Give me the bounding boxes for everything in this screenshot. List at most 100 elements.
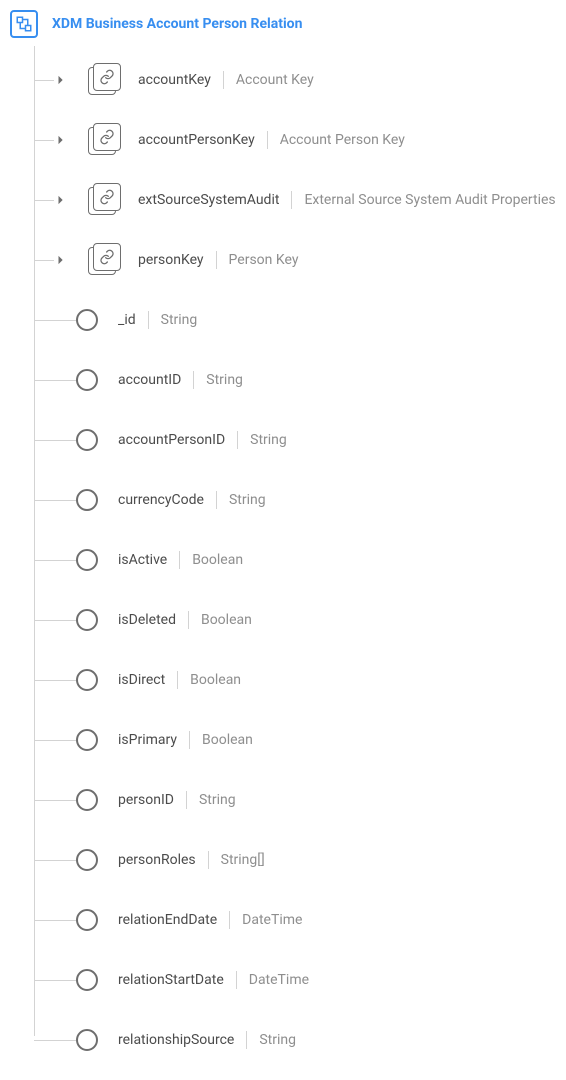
label-divider: [216, 491, 217, 509]
tree-connector: [34, 920, 76, 921]
object-type-icon: [88, 123, 122, 157]
tree-connector: [34, 800, 76, 801]
tree-connector: [34, 440, 76, 441]
leaf-type-icon: [76, 1029, 98, 1051]
label-divider: [236, 971, 237, 989]
tree-node[interactable]: extSourceSystemAudit External Source Syst…: [24, 170, 556, 230]
leaf-type-icon: [76, 669, 98, 691]
tree-connector: [34, 320, 76, 321]
tree-connector: [34, 1040, 76, 1041]
leaf-type-icon: [76, 369, 98, 391]
field-type: String: [250, 432, 287, 448]
field-type: String[]: [221, 852, 265, 868]
field-name: accountKey: [138, 72, 211, 88]
field-type: External Source System Audit Properties: [304, 192, 555, 208]
label-divider: [291, 191, 292, 209]
label-divider: [179, 551, 180, 569]
leaf-type-icon: [76, 789, 98, 811]
expand-chevron-icon[interactable]: [54, 135, 68, 145]
tree-connector: [34, 500, 76, 501]
tree-connector: [34, 560, 76, 561]
field-name: relationshipSource: [118, 1032, 234, 1048]
tree-node[interactable]: isActive Boolean: [24, 530, 556, 590]
field-type: Boolean: [201, 612, 252, 628]
leaf-type-icon: [76, 429, 98, 451]
tree-node[interactable]: personID String: [24, 770, 556, 830]
tree-node[interactable]: relationEndDate DateTime: [24, 890, 556, 950]
tree-node[interactable]: _idString: [24, 290, 556, 350]
tree-node[interactable]: accountID String: [24, 350, 556, 410]
field-type: String: [161, 312, 198, 328]
tree-node[interactable]: personKey Person Key: [24, 230, 556, 290]
label-divider: [193, 371, 194, 389]
leaf-type-icon: [76, 549, 98, 571]
expand-chevron-icon[interactable]: [54, 75, 68, 85]
label-divider: [189, 731, 190, 749]
tree-connector: [34, 260, 54, 261]
label-divider: [186, 791, 187, 809]
tree-node[interactable]: currencyCodeString: [24, 470, 556, 530]
label-divider: [188, 611, 189, 629]
expand-chevron-icon[interactable]: [54, 255, 68, 265]
schema-icon: [10, 10, 38, 38]
object-type-icon: [88, 63, 122, 97]
field-name: isActive: [118, 552, 167, 568]
field-name: extSourceSystemAudit: [138, 192, 279, 208]
field-name: currencyCode: [118, 492, 204, 508]
field-name: isDirect: [118, 672, 165, 688]
field-type: Boolean: [190, 672, 241, 688]
tree-connector: [34, 80, 54, 81]
tree-node[interactable]: relationStartDateDateTime: [24, 950, 556, 1010]
field-type: DateTime: [242, 912, 302, 928]
tree-node[interactable]: accountPersonIDString: [24, 410, 556, 470]
tree-connector: [34, 980, 76, 981]
label-divider: [148, 311, 149, 329]
tree-node[interactable]: personRolesString[]: [24, 830, 556, 890]
tree-node[interactable]: isDeleted Boolean: [24, 590, 556, 650]
field-type: String: [206, 372, 243, 388]
field-type: Boolean: [192, 552, 243, 568]
field-name: accountID: [118, 372, 181, 388]
tree-connector: [34, 740, 76, 741]
field-type: String: [259, 1032, 296, 1048]
field-name: isPrimary: [118, 732, 177, 748]
object-type-icon: [88, 243, 122, 277]
leaf-type-icon: [76, 849, 98, 871]
leaf-type-icon: [76, 969, 98, 991]
leaf-type-icon: [76, 489, 98, 511]
label-divider: [246, 1031, 247, 1049]
leaf-type-icon: [76, 729, 98, 751]
tree-connector: [34, 620, 76, 621]
field-type: String: [199, 792, 236, 808]
tree-node[interactable]: isPrimary Boolean: [24, 710, 556, 770]
tree-connector: [34, 380, 76, 381]
tree-node[interactable]: accountPersonKey Account Person Key: [24, 110, 556, 170]
field-type: Person Key: [229, 252, 299, 268]
object-type-icon: [88, 183, 122, 217]
field-type: Boolean: [202, 732, 253, 748]
tree-connector: [34, 860, 76, 861]
expand-chevron-icon[interactable]: [54, 195, 68, 205]
label-divider: [223, 71, 224, 89]
field-name: personID: [118, 792, 174, 808]
tree-node[interactable]: isDirect Boolean: [24, 650, 556, 710]
schema-root-row[interactable]: XDM Business Account Person Relation: [10, 10, 556, 38]
label-divider: [237, 431, 238, 449]
tree-node[interactable]: accountKey Account Key: [24, 50, 556, 110]
field-name: personKey: [138, 252, 204, 268]
schema-tree: accountKey Account Key accountPersonKey Acc…: [24, 46, 556, 1070]
field-name: accountPersonKey: [138, 132, 255, 148]
field-type: DateTime: [249, 972, 309, 988]
label-divider: [216, 251, 217, 269]
label-divider: [229, 911, 230, 929]
label-divider: [208, 851, 209, 869]
tree-connector: [34, 200, 54, 201]
field-name: isDeleted: [118, 612, 176, 628]
field-type: Account Key: [236, 72, 314, 88]
tree-node[interactable]: relationshipSource String: [24, 1010, 556, 1070]
tree-connector: [34, 680, 76, 681]
field-name: relationEndDate: [118, 912, 217, 928]
leaf-type-icon: [76, 309, 98, 331]
label-divider: [267, 131, 268, 149]
field-type: Account Person Key: [280, 132, 405, 148]
